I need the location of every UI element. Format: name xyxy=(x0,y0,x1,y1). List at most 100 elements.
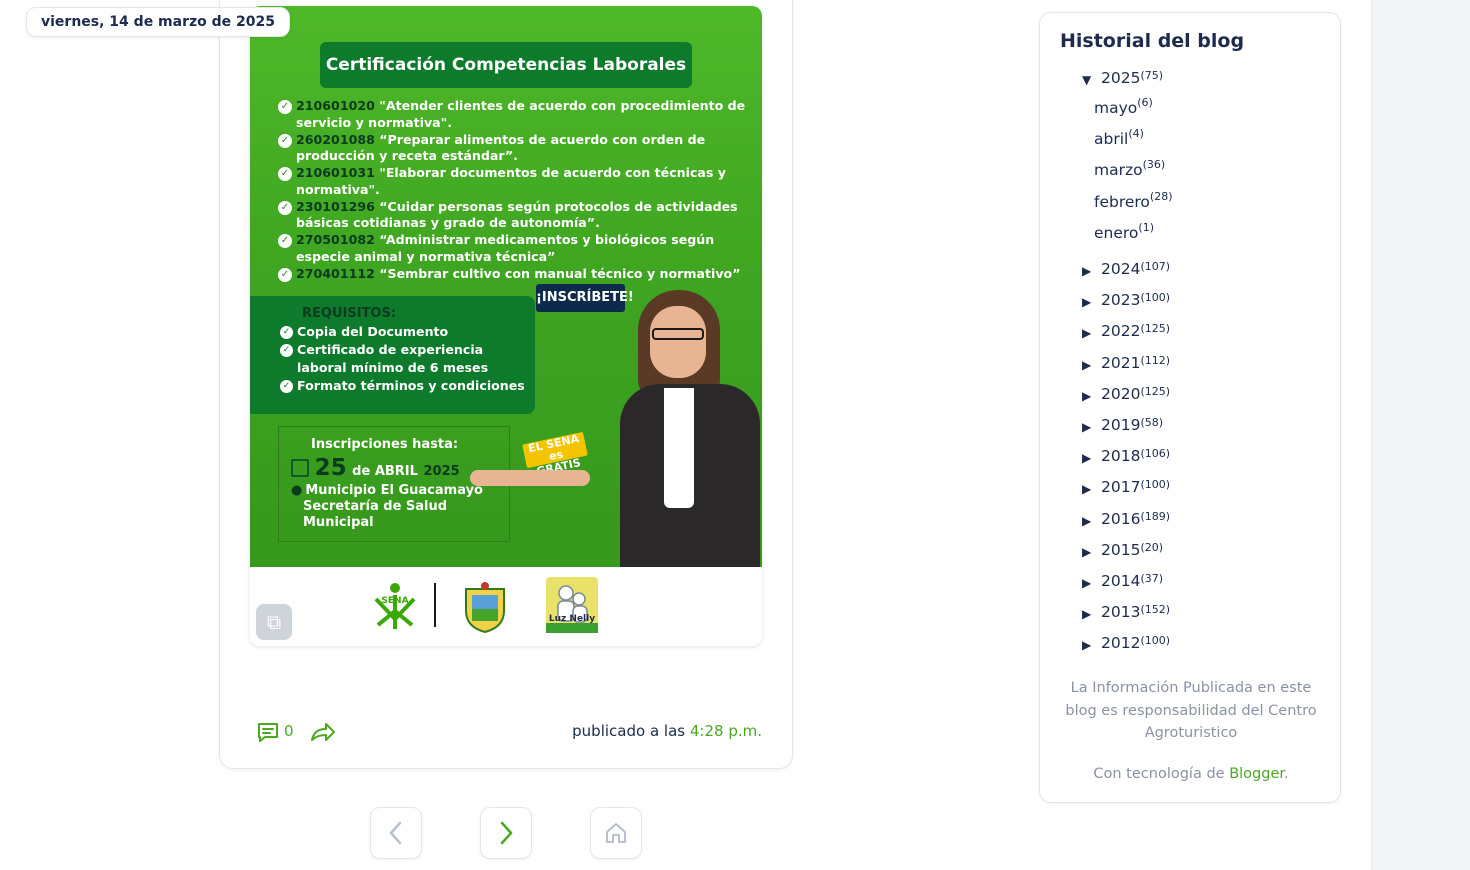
archive-month-label[interactable]: mayo xyxy=(1094,99,1137,117)
triangle-right-icon[interactable]: ▶ xyxy=(1082,541,1096,563)
archive-year-label[interactable]: 2023 xyxy=(1101,291,1140,309)
archive-count: (20) xyxy=(1140,541,1164,554)
archive-year-label[interactable]: 2017 xyxy=(1101,478,1140,496)
archive-year-2013[interactable]: ▶ 2013 (152) xyxy=(1082,603,1170,625)
archive-year-label[interactable]: 2012 xyxy=(1101,634,1140,652)
post-flyer-image[interactable]: Certificación Competencias Laborales ✓ 21… xyxy=(250,6,762,646)
triangle-right-icon[interactable]: ▶ xyxy=(1082,603,1096,625)
competency-code: 210601031 xyxy=(296,165,375,180)
triangle-right-icon[interactable]: ▶ xyxy=(1082,634,1096,656)
triangle-right-icon[interactable]: ▶ xyxy=(1082,354,1096,376)
triangle-right-icon[interactable]: ▶ xyxy=(1082,478,1096,500)
archive-title: Historial del blog xyxy=(1060,30,1245,52)
archive-count: (36) xyxy=(1142,158,1166,171)
archive-year-label[interactable]: 2022 xyxy=(1101,322,1140,340)
competency-code: 270501082 xyxy=(296,232,375,247)
post-date-badge: viernes, 14 de marzo de 2025 xyxy=(26,7,290,37)
archive-month-mayo[interactable]: mayo(6) xyxy=(1094,96,1153,117)
triangle-right-icon[interactable]: ▶ xyxy=(1082,510,1096,532)
archive-year-label[interactable]: 2024 xyxy=(1101,260,1140,278)
archive-year-2022[interactable]: ▶ 2022 (125) xyxy=(1082,322,1170,344)
triangle-down-icon[interactable]: ▼ xyxy=(1082,69,1096,91)
archive-month-marzo[interactable]: marzo(36) xyxy=(1094,158,1165,179)
competency-code: 260201088 xyxy=(296,131,375,147)
archive-month-label[interactable]: febrero xyxy=(1094,193,1150,211)
archive-year-2020[interactable]: ▶ 2020 (125) xyxy=(1082,385,1170,407)
competency-code: 210601020 xyxy=(296,98,375,113)
archive-year-2023[interactable]: ▶ 2023 (100) xyxy=(1082,291,1170,313)
archive-year-2019[interactable]: ▶ 2019 (58) xyxy=(1082,416,1163,438)
archive-count: (125) xyxy=(1140,385,1171,398)
image-download-icon[interactable]: ⧉ xyxy=(256,604,292,640)
archive-year-2012[interactable]: ▶ 2012 (100) xyxy=(1082,634,1170,656)
triangle-right-icon[interactable]: ▶ xyxy=(1082,260,1096,282)
archive-year-2018[interactable]: ▶ 2018 (106) xyxy=(1082,447,1170,469)
archive-year-2014[interactable]: ▶ 2014 (37) xyxy=(1082,572,1163,594)
comment-count[interactable]: 0 xyxy=(284,722,294,740)
archive-count: (100) xyxy=(1140,478,1171,491)
check-icon: ✓ xyxy=(278,200,292,215)
check-icon: ✓ xyxy=(278,167,292,181)
archive-year-2024[interactable]: ▶ 2024 (107) xyxy=(1082,260,1170,282)
archive-month-febrero[interactable]: febrero(28) xyxy=(1094,190,1173,211)
published-time-link[interactable]: 4:28 p.m. xyxy=(690,722,762,740)
next-post-button[interactable] xyxy=(480,807,532,859)
right-gutter xyxy=(1371,0,1470,870)
archive-year-label[interactable]: 2020 xyxy=(1101,385,1140,403)
triangle-right-icon[interactable]: ▶ xyxy=(1082,385,1096,407)
archive-year-label[interactable]: 2019 xyxy=(1101,416,1140,434)
archive-year-2015[interactable]: ▶ 2015 (20) xyxy=(1082,541,1163,563)
triangle-right-icon[interactable]: ▶ xyxy=(1082,322,1096,344)
archive-month-enero[interactable]: enero(1) xyxy=(1094,221,1154,242)
luz-nelly-figures: Luz Nelly xyxy=(546,585,598,633)
archive-month-label[interactable]: enero xyxy=(1094,224,1138,242)
triangle-right-icon[interactable]: ▶ xyxy=(1082,447,1096,469)
comment-icon[interactable] xyxy=(256,720,280,744)
requirement-item: ✓ Copia del Documento xyxy=(280,323,535,341)
sena-logo-text: SENA xyxy=(381,596,408,606)
archive-year-2017[interactable]: ▶ 2017 (100) xyxy=(1082,478,1170,500)
archive-year-label[interactable]: 2016 xyxy=(1101,510,1140,528)
archive-year-label[interactable]: 2014 xyxy=(1101,572,1140,590)
blogger-link[interactable]: Blogger xyxy=(1229,766,1284,782)
archive-count: (37) xyxy=(1140,572,1164,585)
archive-count: (100) xyxy=(1140,291,1171,304)
blog-archive-widget: Historial del blog ▼ 2025 (75) mayo(6) ab… xyxy=(1039,12,1341,803)
requirement-item: ✓ Formato términos y condiciones xyxy=(280,377,535,395)
requirement-item: ✓ Certificado de experiencia laboral míni… xyxy=(280,341,535,377)
triangle-right-icon[interactable]: ▶ xyxy=(1082,291,1096,313)
archive-year-label[interactable]: 2018 xyxy=(1101,447,1140,465)
person-face xyxy=(650,306,706,378)
home-button[interactable] xyxy=(590,807,642,859)
archive-count: (6) xyxy=(1137,96,1153,109)
archive-month-abril[interactable]: abril(4) xyxy=(1094,127,1144,148)
person-hand xyxy=(470,470,590,486)
deadline-day: 25 xyxy=(314,455,347,481)
triangle-right-icon[interactable]: ▶ xyxy=(1082,572,1096,594)
archive-year-2025[interactable]: ▼ 2025 (75) xyxy=(1082,69,1163,91)
archive-year-label[interactable]: 2015 xyxy=(1101,541,1140,559)
archive-count: (152) xyxy=(1140,603,1171,616)
previous-post-button[interactable] xyxy=(370,807,422,859)
luz-nelly-logo: Luz Nelly xyxy=(546,577,598,633)
municipal-shield-logo xyxy=(465,582,505,633)
archive-month-label[interactable]: abril xyxy=(1094,130,1128,148)
archive-year-2021[interactable]: ▶ 2021 (112) xyxy=(1082,354,1170,376)
archive-year-label[interactable]: 2013 xyxy=(1101,603,1140,621)
archive-month-label[interactable]: marzo xyxy=(1094,161,1143,179)
deadline-label: Inscripciones hasta: xyxy=(311,437,459,452)
share-icon[interactable] xyxy=(310,720,336,744)
archive-year-label[interactable]: 2021 xyxy=(1101,354,1140,372)
post-footer: 0 publicado a las 4:28 p.m. xyxy=(256,718,762,746)
triangle-right-icon[interactable]: ▶ xyxy=(1082,416,1096,438)
archive-year-2016[interactable]: ▶ 2016 (189) xyxy=(1082,510,1170,532)
check-icon: ✓ xyxy=(280,344,293,357)
flyer-logo-strip: ⧉ SENA Luz Nelly xyxy=(250,567,762,646)
chevron-left-icon xyxy=(389,821,402,845)
published-label: publicado a las xyxy=(572,722,686,740)
requirements-title: REQUISITOS: xyxy=(302,306,397,321)
requirement-text: Copia del Documento xyxy=(297,324,449,339)
sena-gratis-badge: EL SENA es GRATIS xyxy=(522,431,588,478)
archive-count: (107) xyxy=(1140,260,1171,273)
archive-year-label[interactable]: 2025 xyxy=(1101,69,1140,87)
